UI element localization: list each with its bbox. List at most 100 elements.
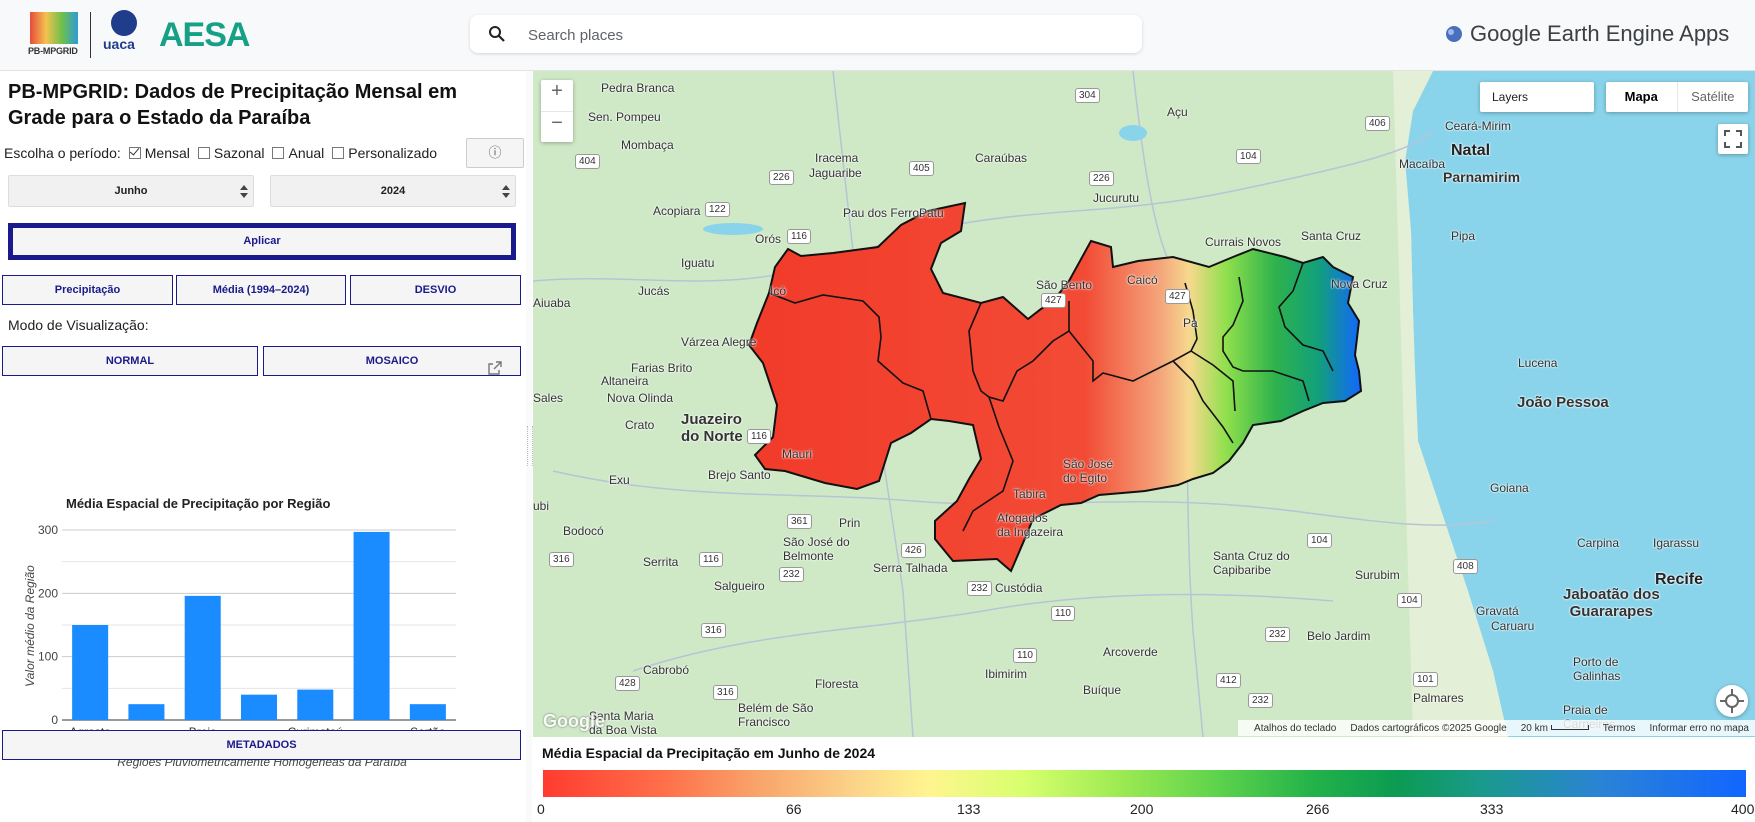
y-tick-label: 0 (51, 713, 58, 727)
map-label-natal: Natal (1451, 142, 1491, 159)
map-label: Caruaru (1491, 619, 1535, 633)
map-label: Farias Brito (631, 361, 693, 375)
gee-title-text: Google Earth Engine Apps (1470, 21, 1730, 46)
map-data-credit: Dados cartográficos ©2025 Google (1350, 722, 1507, 734)
map-label: Mauri (782, 447, 813, 461)
apply-button[interactable]: Aplicar (8, 223, 516, 260)
map-label-parnamirim: Parnamirim (1443, 169, 1521, 185)
map-label: Tabira (1013, 487, 1046, 501)
scale-bar: 20 km (1521, 723, 1589, 734)
map-type-map-button[interactable]: Mapa (1606, 82, 1677, 112)
legend-tick: 333 (1480, 801, 1504, 817)
road-shield: 116 (747, 429, 771, 444)
road-shield: 104 (1236, 149, 1261, 164)
checkbox-anual[interactable]: Anual (272, 145, 324, 161)
checkbox-sazonal[interactable]: Sazonal (197, 145, 264, 161)
month-select[interactable]: Junho (8, 175, 254, 207)
terms-link[interactable]: Termos (1603, 723, 1636, 734)
map-label: Pedra Branca (601, 81, 675, 95)
legend-tick: 400 (1731, 801, 1755, 817)
chart-bar[interactable] (409, 704, 446, 720)
map-label: Sen. Pompeu (588, 110, 661, 124)
map-label-joao-pessoa: João Pessoa (1517, 394, 1609, 411)
deviation-button[interactable]: DESVIO (350, 275, 521, 305)
chart-bar[interactable] (72, 625, 109, 720)
year-select[interactable]: 2024 (270, 175, 516, 207)
map-label: Cabrobó (643, 663, 690, 677)
checkbox-personalizado[interactable]: Personalizado (332, 145, 437, 161)
camera-control-button[interactable] (1716, 685, 1748, 717)
map-label: Custódia (995, 581, 1043, 595)
keyboard-shortcuts-link[interactable]: Atalhos do teclado (1254, 723, 1336, 734)
panel-splitter[interactable] (526, 71, 533, 822)
search-box[interactable] (470, 15, 1142, 53)
map-label: Santa Cruz (1301, 229, 1362, 243)
chart-bar[interactable] (128, 704, 165, 720)
y-axis-label: Valor médio da Região (23, 565, 37, 687)
map-type-satellite-button[interactable]: Satélite (1676, 82, 1749, 112)
legend-title: Média Espacial da Precipitação em Junho … (542, 745, 876, 761)
map-label: Porto de Galinhas (1573, 655, 1621, 683)
map-label: Floresta (815, 677, 859, 691)
metadata-button[interactable]: METADADOS (2, 730, 521, 760)
map-label: Salgueiro (714, 579, 765, 593)
road-shield: 406 (1365, 116, 1390, 131)
map-label: Carpina (1577, 536, 1620, 550)
fullscreen-button[interactable] (1718, 124, 1748, 154)
checkbox-mensal[interactable]: Mensal (128, 145, 190, 161)
road-shield: 232 (967, 581, 992, 596)
road-shield: 316 (713, 685, 738, 700)
map-label: Macaíba (1399, 157, 1446, 171)
gee-brand[interactable]: Google Earth Engine Apps (1444, 18, 1729, 50)
road-shield: 404 (575, 154, 600, 169)
layers-dropdown[interactable]: Layers (1480, 82, 1594, 112)
page-title: PB-MPGRID: Dados de Precipitação Mensal … (8, 81, 458, 129)
legend-tick: 200 (1130, 801, 1154, 817)
road-shield: 226 (1089, 171, 1114, 186)
popout-icon[interactable] (488, 361, 502, 375)
map-label: Goiana (1490, 481, 1529, 495)
zoom-out-button[interactable]: − (541, 111, 573, 143)
chart-title: Média Espacial de Precipitação por Regiã… (66, 496, 330, 511)
camera-control-icon (1720, 689, 1744, 713)
info-button[interactable]: ⓘ (466, 138, 524, 168)
road-shield: 104 (1397, 593, 1422, 608)
map-label: Mombaça (621, 138, 674, 152)
road-shield: 226 (769, 170, 794, 185)
google-logo: Google (543, 711, 605, 731)
map-attribution: Atalhos do teclado Dados cartográficos ©… (1238, 720, 1755, 736)
chart-bar[interactable] (184, 595, 221, 720)
map-label-jaboatao: Jaboatão dos Guararapes (1563, 586, 1660, 620)
road-shield: 104 (1307, 533, 1332, 548)
map-label: Aiuaba (533, 296, 571, 310)
y-tick-label: 200 (38, 586, 58, 600)
mean-button[interactable]: Média (1994–2024) (176, 275, 346, 305)
precipitation-button[interactable]: Precipitação (2, 275, 173, 305)
report-error-link[interactable]: Informar erro no mapa (1650, 723, 1750, 734)
map-label: Ibimirim (985, 667, 1027, 681)
chart-bar[interactable] (353, 531, 390, 720)
map-label: São José do Belmonte (783, 535, 850, 563)
chart-bar[interactable] (240, 694, 278, 720)
legend-tick: 133 (957, 801, 981, 817)
fullscreen-icon (1724, 130, 1742, 148)
road-shield: 122 (705, 202, 730, 217)
map-view[interactable]: Pedra Branca Sen. Pompeu Mombaça Iracema… (533, 71, 1755, 737)
map-label: Bodocó (563, 524, 604, 538)
bar-chart: Média Espacial de Precipitação por Regiã… (23, 496, 456, 769)
map-label: Brejo Santo (708, 468, 771, 482)
map-label: Gravatá (1476, 604, 1519, 618)
zoom-in-button[interactable]: + (541, 80, 573, 111)
aesa-logo: AESA (159, 16, 250, 54)
search-input[interactable] (526, 21, 1130, 49)
map-label: Nova Olinda (607, 391, 674, 405)
legend-colorbar (543, 770, 1746, 797)
map-label: Crato (625, 418, 655, 432)
map-label: Acopiara (653, 204, 701, 218)
chart-bar[interactable] (297, 689, 334, 720)
map-label: Palmares (1413, 691, 1464, 705)
legend-tick: 66 (786, 801, 802, 817)
map-label: Currais Novos (1205, 235, 1282, 249)
map-label: Caraúbas (975, 151, 1028, 165)
select-arrows-icon (502, 185, 510, 198)
